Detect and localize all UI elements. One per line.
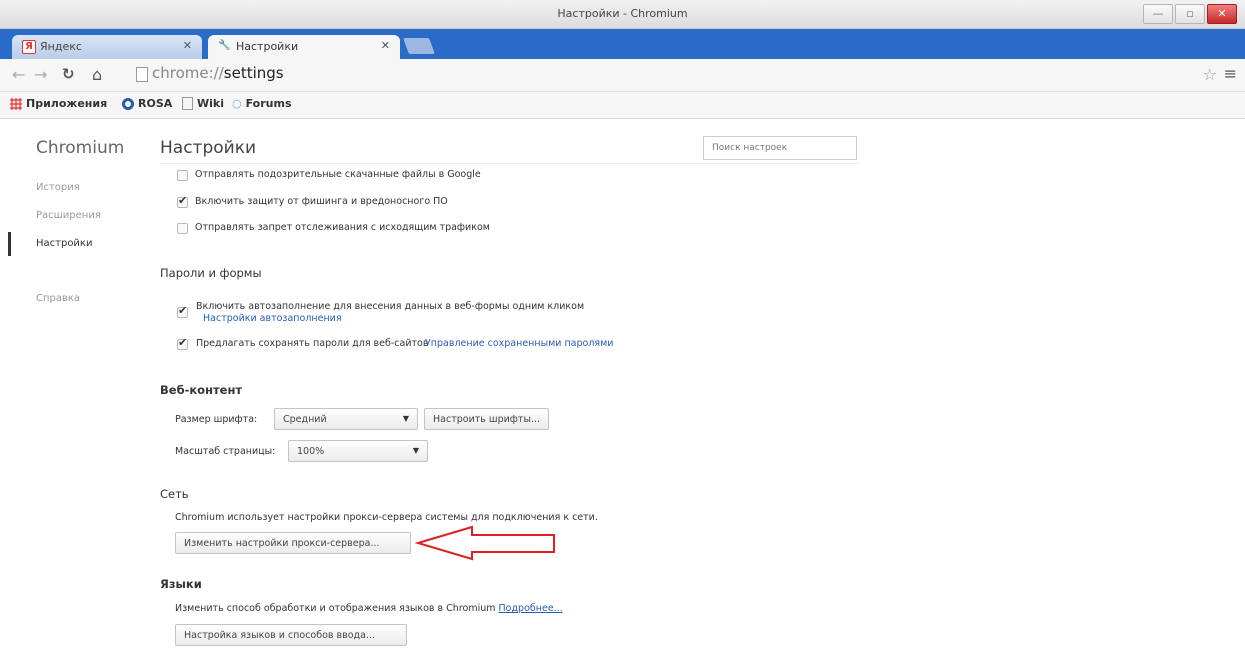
page-title: Настройки xyxy=(160,138,257,158)
bookmark-label: ROSA xyxy=(138,97,173,110)
bookmark-wiki[interactable]: Wiki xyxy=(182,97,224,110)
safe-browsing-downloads-checkbox[interactable] xyxy=(177,170,188,181)
sidebar-active-marker xyxy=(8,232,11,256)
manage-passwords-link[interactable]: Управление сохраненными паролями xyxy=(425,338,613,349)
page-icon xyxy=(136,67,148,82)
sidebar-item-history[interactable]: История xyxy=(36,182,80,193)
menu-icon[interactable]: ≡ xyxy=(1224,64,1237,83)
dropdown-arrow-icon: ▼ xyxy=(412,446,419,455)
font-size-value: Средний xyxy=(283,414,327,425)
search-settings-input[interactable] xyxy=(703,136,857,160)
window-titlebar: Настройки - Chromium — ▫ ✕ xyxy=(0,0,1245,29)
page-zoom-select[interactable]: 100% ▼ xyxy=(288,440,428,462)
maximize-button[interactable]: ▫ xyxy=(1175,4,1205,24)
bookmark-apps[interactable]: Приложения xyxy=(10,97,107,110)
close-tab-icon[interactable]: ✕ xyxy=(381,39,390,52)
dropdown-arrow-icon: ▼ xyxy=(402,414,409,423)
network-description: Chromium использует настройки прокси-сер… xyxy=(175,512,598,523)
bookmark-rosa[interactable]: ROSA xyxy=(122,97,172,110)
back-icon[interactable]: ← xyxy=(12,65,25,84)
checkbox-label: Включить автозаполнение для внесения дан… xyxy=(196,301,585,312)
wrench-icon: 🔧 xyxy=(218,40,231,51)
languages-description: Изменить способ обработки и отображения … xyxy=(175,603,563,614)
sidebar-item-help[interactable]: Справка xyxy=(36,293,80,304)
reload-icon[interactable]: ↻ xyxy=(62,65,75,83)
language-settings-button[interactable]: Настройка языков и способов ввода... xyxy=(175,624,407,646)
checkbox-label: Отправлять запрет отслеживания с исходящ… xyxy=(195,222,490,233)
close-window-button[interactable]: ✕ xyxy=(1207,4,1237,24)
autofill-checkbox[interactable] xyxy=(177,304,188,318)
annotation-arrow-icon xyxy=(414,525,555,561)
bookmarks-bar: Приложения ROSA Wiki ○ Forums xyxy=(0,92,1245,119)
header-divider xyxy=(160,163,860,164)
tab-yandex[interactable]: Я Яндекс ✕ xyxy=(12,35,202,59)
font-size-label: Размер шрифта: xyxy=(175,414,258,425)
tab-label: Настройки xyxy=(236,40,299,53)
bookmark-star-icon[interactable]: ☆ xyxy=(1203,65,1217,84)
checkbox-label: Отправлять подозрительные скачанные файл… xyxy=(195,169,481,180)
checkbox-label: Предлагать сохранять пароли для веб-сайт… xyxy=(196,338,429,349)
forward-icon[interactable]: → xyxy=(34,65,47,84)
section-title-webcontent: Веб-контент xyxy=(160,383,243,397)
section-title-network: Сеть xyxy=(160,487,189,501)
apps-icon xyxy=(10,97,22,110)
rosa-icon xyxy=(122,97,134,110)
autofill-settings-link[interactable]: Настройки автозаполнения xyxy=(203,313,342,324)
checkbox-label: Включить защиту от фишинга и вредоносног… xyxy=(195,196,448,207)
section-title-languages: Языки xyxy=(160,577,202,591)
close-tab-icon[interactable]: ✕ xyxy=(183,39,192,52)
save-passwords-checkbox[interactable] xyxy=(177,336,188,350)
minimize-button[interactable]: — xyxy=(1143,4,1173,24)
change-proxy-button[interactable]: Изменить настройки прокси-сервера... xyxy=(175,532,411,554)
bookmark-label: Приложения xyxy=(26,97,108,110)
window-title: Настройки - Chromium xyxy=(557,7,688,20)
sidebar-title: Chromium xyxy=(36,138,125,158)
do-not-track-checkbox[interactable] xyxy=(177,223,188,234)
bookmark-label: Forums xyxy=(245,97,292,110)
customize-fonts-button[interactable]: Настроить шрифты... xyxy=(424,408,550,430)
url-scheme: chrome:// xyxy=(152,64,224,82)
tab-label: Яндекс xyxy=(40,40,82,53)
phishing-protection-checkbox[interactable] xyxy=(177,194,188,208)
section-title-passwords: Пароли и формы xyxy=(160,266,262,280)
folder-icon: ○ xyxy=(232,97,242,110)
home-icon[interactable]: ⌂ xyxy=(92,65,102,84)
languages-description-text: Изменить способ обработки и отображения … xyxy=(175,603,496,614)
sidebar-item-settings[interactable]: Настройки xyxy=(36,238,92,249)
tab-settings[interactable]: 🔧 Настройки ✕ xyxy=(208,35,400,60)
yandex-icon: Я xyxy=(22,40,36,54)
page-zoom-label: Масштаб страницы: xyxy=(175,446,276,457)
font-size-select[interactable]: Средний ▼ xyxy=(274,408,418,430)
bookmark-label: Wiki xyxy=(197,97,224,110)
page-icon xyxy=(182,97,193,110)
bookmark-forums[interactable]: ○ Forums xyxy=(232,97,292,110)
languages-more-link[interactable]: Подробнее... xyxy=(499,603,563,614)
page-zoom-value: 100% xyxy=(297,446,325,457)
sidebar-item-extensions[interactable]: Расширения xyxy=(36,210,101,221)
new-tab-button[interactable] xyxy=(403,38,435,54)
browser-toolbar: ← → ↻ ⌂ chrome://settings ☆ ≡ xyxy=(0,59,1245,92)
address-bar[interactable]: chrome://settings xyxy=(132,63,1182,85)
tab-strip: Я Яндекс ✕ 🔧 Настройки ✕ xyxy=(0,29,1245,60)
url-path: settings xyxy=(223,64,284,82)
